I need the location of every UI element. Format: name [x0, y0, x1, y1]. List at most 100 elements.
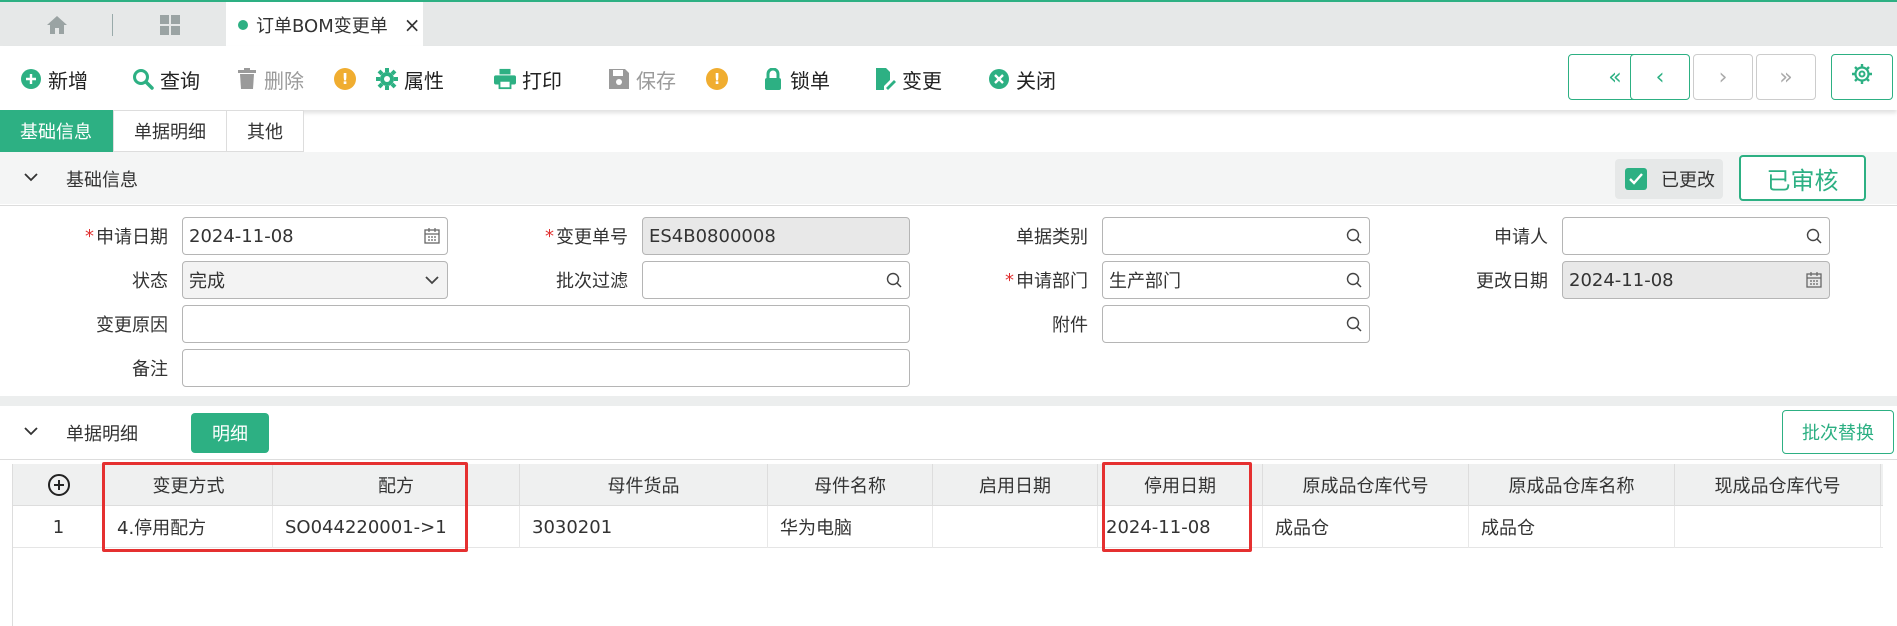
lock-icon	[762, 68, 784, 90]
doc-type-field[interactable]	[1102, 217, 1370, 255]
home-icon[interactable]	[42, 10, 72, 40]
row-number: 1	[13, 506, 105, 548]
section-gap	[0, 396, 1897, 406]
save-button[interactable]: 保存 !	[608, 64, 728, 94]
delete-label: 删除	[264, 68, 304, 93]
status-select[interactable]: 完成	[182, 261, 448, 299]
col-orig-wh-code[interactable]: 原成品仓库代号	[1263, 464, 1469, 506]
tab-order-bom-change[interactable]: 订单BOM变更单 ×	[226, 2, 423, 48]
edit-document-icon	[874, 68, 896, 90]
batch-filter-field[interactable]	[642, 261, 910, 299]
attachment-field[interactable]	[1102, 305, 1370, 343]
divider	[0, 205, 1897, 206]
checkbox-checked-icon	[1625, 168, 1647, 190]
query-label: 查询	[160, 68, 200, 93]
col-stop-date[interactable]: 停用日期	[1098, 464, 1263, 506]
cell-stop-date[interactable]: 2024-11-08	[1098, 506, 1263, 548]
last-icon: »	[1779, 64, 1793, 90]
cell-formula[interactable]: SO044220001->1	[273, 506, 520, 548]
search-icon[interactable]	[885, 271, 903, 289]
last-page-button[interactable]: »	[1756, 54, 1816, 100]
tab-other[interactable]: 其他	[227, 110, 304, 152]
chevron-down-icon	[24, 172, 38, 186]
add-button[interactable]: 新增	[20, 64, 88, 94]
properties-button[interactable]: 属性	[376, 64, 444, 94]
table-row[interactable]: 1 4.停用配方 SO044220001->1 3030201 华为电脑 202…	[13, 506, 1883, 548]
next-page-button[interactable]: ›	[1693, 54, 1753, 100]
close-tab-icon[interactable]: ×	[404, 13, 421, 37]
col-start-date[interactable]: 启用日期	[933, 464, 1098, 506]
approved-status-badge: 已审核	[1739, 155, 1866, 201]
batch-replace-button[interactable]: 批次替换	[1782, 410, 1894, 454]
chevron-down-icon	[24, 426, 38, 440]
save-label: 保存	[636, 68, 676, 93]
col-change-method[interactable]: 变更方式	[105, 464, 273, 506]
reason-field[interactable]	[182, 305, 910, 343]
col-orig-wh-name[interactable]: 原成品仓库名称	[1469, 464, 1675, 506]
applicant-field[interactable]	[1562, 217, 1830, 255]
grid-icon[interactable]	[155, 10, 185, 40]
trash-icon	[236, 68, 258, 90]
query-button[interactable]: 查询	[132, 64, 200, 94]
section-tabs: 基础信息 单据明细 其他	[0, 110, 304, 152]
change-button[interactable]: 变更	[874, 64, 942, 94]
change-label: 变更	[902, 68, 942, 93]
cell-orig-wh-name[interactable]: 成品仓	[1469, 506, 1675, 548]
divider	[0, 459, 1897, 460]
search-icon[interactable]	[1345, 227, 1363, 245]
change-no-label: * 变更单号	[545, 225, 628, 249]
status-label: 状态	[132, 271, 168, 292]
tab-separator	[112, 14, 113, 36]
detail-button[interactable]: 明细	[191, 413, 269, 453]
tab-document-detail[interactable]: 单据明细	[113, 110, 227, 152]
search-icon[interactable]	[1345, 315, 1363, 333]
batch-filter-label: 批次过滤	[556, 271, 628, 292]
prev-page-button[interactable]: ‹	[1630, 54, 1690, 100]
remark-label: 备注	[132, 359, 168, 380]
col-parent-item[interactable]: 母件货品	[520, 464, 768, 506]
delete-button[interactable]: 删除 !	[236, 64, 356, 94]
calendar-icon	[1805, 271, 1823, 289]
cell-new-wh-code[interactable]	[1675, 506, 1881, 548]
chevron-down-icon	[423, 271, 441, 289]
active-dot-icon	[238, 20, 248, 30]
cell-parent-name[interactable]: 华为电脑	[768, 506, 933, 548]
modify-date-field[interactable]: 2024-11-08	[1562, 261, 1830, 299]
change-no-field[interactable]: ES4B0800008	[642, 217, 910, 255]
tab-basic-info[interactable]: 基础信息	[0, 110, 113, 152]
basic-info-title: 基础信息	[66, 170, 138, 191]
remark-field[interactable]	[182, 349, 910, 387]
add-label: 新增	[48, 68, 88, 93]
changed-checkbox[interactable]: 已更改	[1615, 159, 1723, 199]
cell-change-method[interactable]: 4.停用配方	[105, 506, 273, 548]
detail-header[interactable]: 单据明细	[0, 416, 1897, 450]
dept-value: 生产部门	[1109, 271, 1181, 292]
cell-start-date[interactable]	[933, 506, 1098, 548]
apply-date-field[interactable]: 2024-11-08	[182, 217, 448, 255]
close-button[interactable]: 关闭	[988, 64, 1056, 94]
reason-label: 变更原因	[96, 315, 168, 336]
close-label: 关闭	[1016, 68, 1056, 93]
prev-icon: ‹	[1655, 64, 1665, 90]
cell-parent-item[interactable]: 3030201	[520, 506, 768, 548]
table-header: 变更方式 配方 母件货品 母件名称 启用日期 停用日期 原成品仓库代号 原成品仓…	[13, 464, 1883, 506]
col-parent-name[interactable]: 母件名称	[768, 464, 933, 506]
search-icon[interactable]	[1345, 271, 1363, 289]
dept-field[interactable]: 生产部门	[1102, 261, 1370, 299]
basic-info-header[interactable]: 基础信息	[0, 162, 1897, 196]
search-icon[interactable]	[1805, 227, 1823, 245]
next-icon: ›	[1718, 64, 1728, 90]
lock-button[interactable]: 锁单	[762, 64, 830, 94]
add-row-icon[interactable]	[13, 464, 105, 506]
dept-label: * 申请部门	[1005, 269, 1088, 293]
col-new-wh-code[interactable]: 现成品仓库代号	[1675, 464, 1881, 506]
toolbar: 新增 查询 删除 ! 属性 打印 保存 ! 锁单 变更 关闭 « ‹ › »	[0, 46, 1897, 110]
print-button[interactable]: 打印	[494, 64, 562, 94]
plus-circle-icon	[20, 68, 42, 90]
settings-button[interactable]	[1831, 54, 1893, 100]
cell-orig-wh-code[interactable]: 成品仓	[1263, 506, 1469, 548]
calendar-icon[interactable]	[423, 227, 441, 245]
gear-icon	[1851, 63, 1873, 91]
col-formula[interactable]: 配方	[273, 464, 520, 506]
apply-date-label: * 申请日期	[85, 225, 168, 249]
